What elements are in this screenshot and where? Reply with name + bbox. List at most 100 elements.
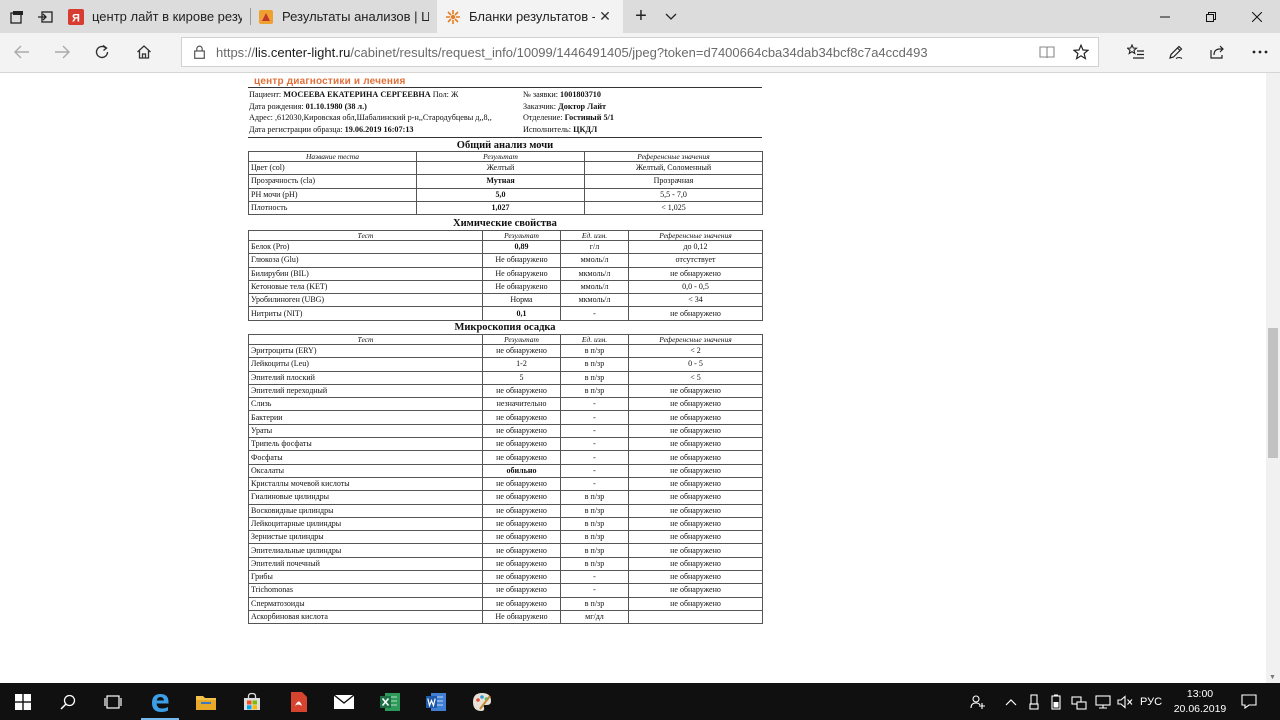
table-cell: мкмоль/л — [560, 293, 629, 308]
table-cell: не обнаружено — [482, 556, 561, 572]
table-cell: не обнаружено — [482, 450, 561, 465]
patient-line: Пациент: МОСЕЕВА ЕКАТЕРИНА СЕРГЕЕВНА Пол… — [249, 89, 458, 101]
web-note-pen-icon[interactable] — [1156, 33, 1196, 71]
people-icon[interactable] — [966, 683, 990, 720]
tab-result-forms[interactable]: Бланки результатов - М ✕ — [437, 0, 623, 33]
table-row: Белок (Pro) 0,89 г/л до 0,12 — [248, 239, 763, 255]
pdf-reader-icon[interactable] — [276, 683, 322, 720]
close-window-icon[interactable] — [1234, 0, 1280, 33]
table-row: Фосфаты не обнаружено - не обнаружено — [248, 450, 763, 465]
address-bar-row: https://lis.center-light.ru/cabinet/resu… — [0, 33, 1280, 73]
store-icon[interactable] — [229, 683, 275, 720]
set-tabs-aside-icon[interactable] — [30, 0, 60, 33]
page-viewport[interactable]: центр диагностики и лечения Пациент: МОС… — [0, 73, 1280, 683]
table-cell: не обнаружено — [628, 583, 763, 598]
word-icon[interactable] — [413, 683, 459, 720]
task-view-icon[interactable] — [90, 683, 136, 720]
file-explorer-icon[interactable] — [183, 683, 229, 720]
action-center-notification-icon[interactable] — [1238, 683, 1260, 720]
vertical-scrollbar[interactable]: ▼ — [1266, 73, 1280, 683]
display-icon[interactable] — [1092, 683, 1114, 720]
refresh-icon[interactable] — [82, 33, 122, 71]
share-icon[interactable] — [1197, 33, 1237, 71]
taskbar-clock[interactable]: 13:00 20.06.2019 — [1160, 687, 1240, 717]
paint-icon[interactable] — [459, 683, 505, 720]
table-row: Глюкоза (Glu) Не обнаружено ммоль/л отсутст… — [248, 253, 763, 268]
table-cell: Гиалиновые цилиндры — [248, 490, 483, 505]
table-cell: 5 — [482, 370, 561, 385]
column-header: Результат — [482, 334, 561, 345]
reading-view-icon[interactable] — [1030, 38, 1064, 66]
table-cell: в п/зр — [560, 516, 629, 532]
table-cell: в п/зр — [560, 503, 629, 518]
table-cell: не обнаружено — [482, 516, 561, 532]
table-cell: Прозрачная — [584, 174, 763, 189]
show-hidden-icons-chevron-icon[interactable] — [1000, 683, 1022, 720]
sediment-microscopy-table: Тест Результат Ед. изм. Референсные знач… — [248, 334, 763, 625]
network-icon[interactable] — [1068, 683, 1090, 720]
forward-arrow-icon[interactable] — [42, 33, 82, 71]
battery-icon[interactable] — [1046, 683, 1066, 720]
close-tab-icon[interactable]: ✕ — [595, 8, 615, 25]
table-cell: 0 - 5 — [628, 357, 763, 372]
table-cell: Эпителий переходный — [248, 383, 483, 399]
table-cell: - — [560, 437, 629, 452]
address: ,612030,Кировская обл,Шабалинский р-н,,С… — [274, 113, 492, 122]
minimize-icon[interactable] — [1142, 0, 1188, 33]
table-row: Бактерии не обнаружено - не обнаружено — [248, 410, 763, 425]
table-cell: < 2 — [628, 343, 763, 359]
table-row: Восковидные цилиндры не обнаружено в п/зр н… — [248, 503, 763, 518]
table-cell: не обнаружено — [628, 543, 763, 558]
table-cell: Цвет (col) — [248, 160, 417, 176]
url-text[interactable]: https://lis.center-light.ru/cabinet/resu… — [216, 45, 1030, 60]
tab-preview-chevron-icon[interactable] — [656, 0, 686, 33]
table-cell: Глюкоза (Glu) — [248, 253, 483, 268]
table-cell: Кетоновые тела (KET) — [248, 279, 483, 295]
table-cell: не обнаружено — [628, 476, 763, 492]
favorites-hub-icon[interactable] — [1116, 33, 1156, 71]
column-header: Результат — [416, 151, 585, 162]
home-icon[interactable] — [124, 33, 164, 71]
tab-analysis-results[interactable]: Результаты анализов | Цен — [250, 0, 437, 33]
restore-icon[interactable] — [1188, 0, 1234, 33]
mail-icon[interactable] — [321, 683, 367, 720]
table-cell: 0,1 — [482, 306, 561, 321]
table-cell: Желтый, Соломенный — [584, 160, 763, 176]
customer-line: Заказчик: Доктор Лайт — [523, 101, 606, 113]
table-cell: не обнаружено — [482, 596, 561, 611]
label: Дата регистрации образца: — [249, 124, 343, 134]
table-cell: не обнаружено — [628, 596, 763, 611]
lock-icon[interactable] — [182, 45, 216, 59]
search-icon[interactable] — [45, 683, 91, 720]
back-arrow-icon[interactable] — [2, 33, 42, 71]
clock-time: 13:00 — [1186, 688, 1214, 700]
tab-search[interactable]: Я центр лайт в кирове резул — [60, 0, 250, 33]
table-cell: Бактерии — [248, 410, 483, 425]
scroll-down-arrow-icon[interactable]: ▼ — [1269, 674, 1276, 681]
excel-icon[interactable] — [367, 683, 413, 720]
table-cell: Не обнаружено — [482, 266, 561, 281]
favorite-star-icon[interactable] — [1064, 38, 1098, 66]
edge-browser-icon[interactable] — [137, 683, 183, 720]
registration-line: Дата регистрации образца: 19.06.2019 16:… — [249, 124, 414, 136]
new-tab-icon[interactable]: + — [626, 0, 656, 33]
table-row: Грибы не обнаружено - не обнаружено — [248, 570, 763, 585]
address-bar[interactable]: https://lis.center-light.ru/cabinet/resu… — [181, 37, 1099, 67]
column-header: Тест — [248, 230, 483, 241]
more-menu-icon[interactable] — [1240, 33, 1280, 71]
usb-device-icon[interactable] — [1024, 683, 1044, 720]
table-cell: в п/зр — [560, 530, 629, 545]
table-cell: не обнаружено — [628, 450, 763, 465]
table-row: Трипель фосфаты не обнаружено - не обнаруже… — [248, 437, 763, 452]
table-cell: мкмоль/л — [560, 266, 629, 281]
tab-actions-icon[interactable] — [2, 0, 32, 33]
scrollbar-thumb[interactable] — [1268, 328, 1278, 458]
customer: Доктор Лайт — [558, 101, 607, 111]
table-cell: в п/зр — [560, 370, 629, 385]
volume-muted-icon[interactable] — [1114, 683, 1136, 720]
lab-name: центр диагностики и лечения — [254, 76, 406, 87]
section-title: Микроскопия осадка — [454, 322, 556, 333]
start-windows-icon[interactable] — [0, 683, 46, 720]
department: Гостиный 5/1 — [564, 113, 614, 122]
table-cell: не обнаружено — [628, 570, 763, 585]
